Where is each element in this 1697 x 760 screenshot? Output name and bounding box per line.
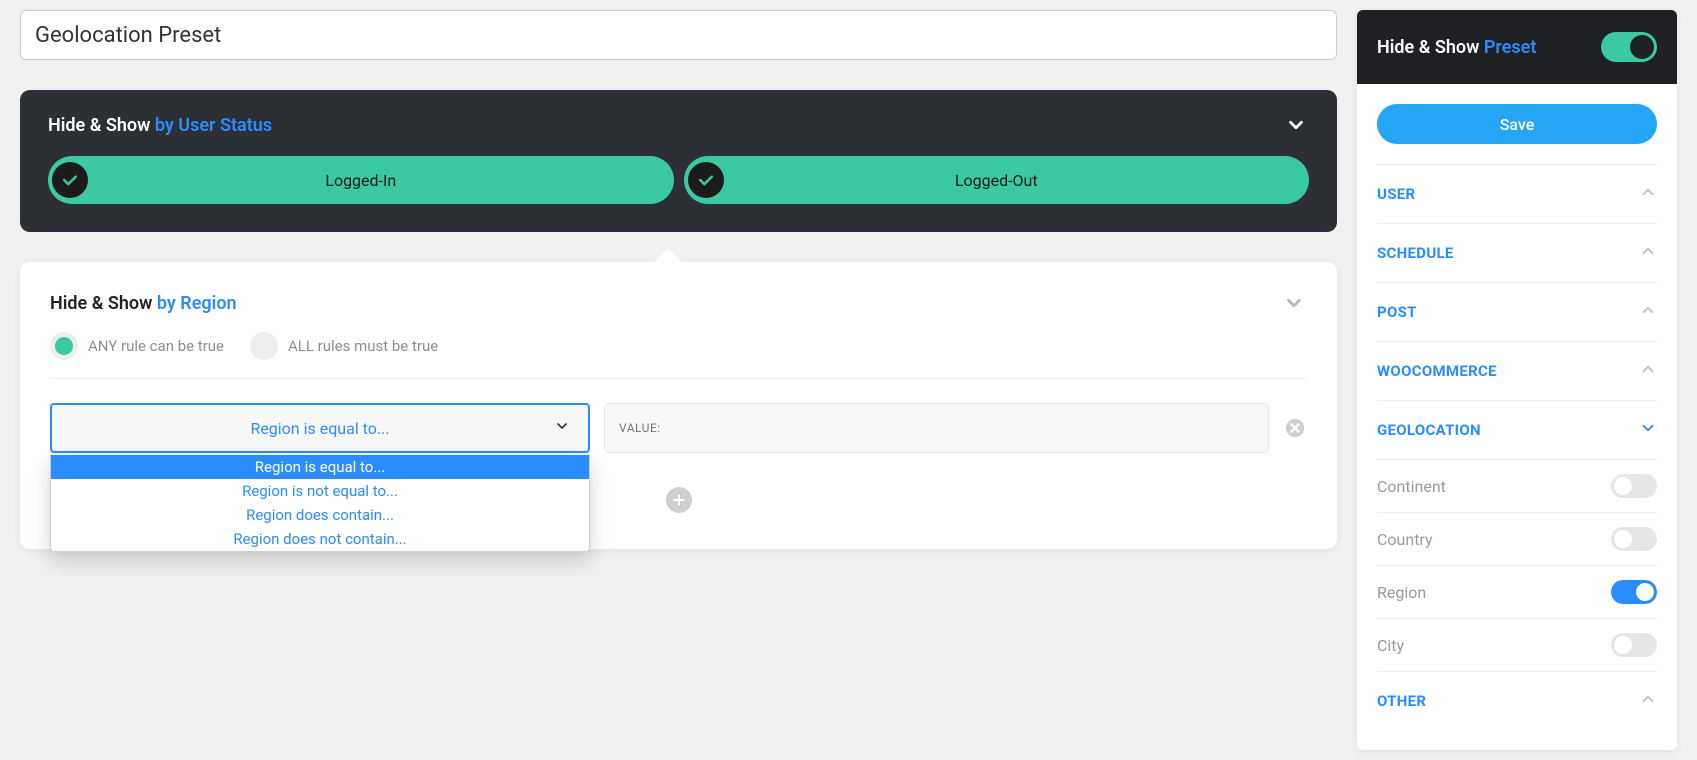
chevron-up-icon <box>1639 242 1657 264</box>
by-region-label: by Region <box>157 293 237 314</box>
dropdown-option-not-contain[interactable]: Region does not contain... <box>51 527 589 551</box>
toggle-knob <box>1614 477 1632 495</box>
dropdown-option-contain[interactable]: Region does contain... <box>51 503 589 527</box>
section-label: SCHEDULE <box>1377 244 1454 262</box>
rule-mode-all-label: ALL rules must be true <box>288 337 438 355</box>
toggle-knob <box>1630 35 1654 59</box>
sidebar-section-post[interactable]: POST <box>1377 283 1657 342</box>
chevron-down-icon[interactable] <box>1283 112 1309 138</box>
region-panel: Hide & Show by Region ANY rule can be tr… <box>20 262 1337 549</box>
user-status-title: Hide & Show by User Status <box>48 115 272 136</box>
geo-item-label: Country <box>1377 530 1433 549</box>
save-button[interactable]: Save <box>1377 104 1657 144</box>
rule-mode-group: ANY rule can be true ALL rules must be t… <box>50 332 1307 360</box>
country-toggle[interactable] <box>1611 527 1657 551</box>
logged-out-label: Logged-Out <box>955 171 1038 190</box>
section-label: OTHER <box>1377 692 1426 710</box>
chevron-down-icon[interactable] <box>1281 290 1307 316</box>
chevron-down-icon <box>554 418 570 438</box>
dropdown-option-equal[interactable]: Region is equal to... <box>51 455 589 479</box>
sidebar-section-schedule[interactable]: SCHEDULE <box>1377 224 1657 283</box>
rule-mode-all[interactable]: ALL rules must be true <box>250 332 438 360</box>
hide-show-prefix: Hide & Show <box>48 115 155 136</box>
check-icon <box>52 162 88 198</box>
rule-condition-selected: Region is equal to... <box>250 419 389 438</box>
toggle-knob <box>1614 530 1632 548</box>
chevron-up-icon <box>1639 360 1657 382</box>
radio-icon <box>50 332 78 360</box>
geo-item-label: City <box>1377 636 1404 655</box>
section-label: POST <box>1377 303 1417 321</box>
sidebar-section-user[interactable]: USER <box>1377 165 1657 224</box>
section-label: GEOLOCATION <box>1377 421 1481 439</box>
pointer-icon <box>652 248 684 264</box>
logged-in-button[interactable]: Logged-In <box>48 156 674 204</box>
rule-mode-any[interactable]: ANY rule can be true <box>50 332 224 360</box>
rule-value-input[interactable] <box>604 403 1269 453</box>
hide-show-prefix: Hide & Show <box>50 293 157 314</box>
preset-enable-toggle[interactable] <box>1601 32 1657 62</box>
rule-row: Region is equal to... Region is equal to… <box>50 403 1307 453</box>
rule-condition-select[interactable]: Region is equal to... <box>50 403 590 453</box>
geo-item-continent: Continent <box>1377 460 1657 513</box>
city-toggle[interactable] <box>1611 633 1657 657</box>
preset-label: Preset <box>1484 37 1537 58</box>
sidebar-section-geolocation[interactable]: GEOLOCATION <box>1377 401 1657 460</box>
rule-mode-any-label: ANY rule can be true <box>88 337 224 355</box>
chevron-down-icon <box>1639 419 1657 441</box>
geo-item-city: City <box>1377 619 1657 672</box>
logged-out-button[interactable]: Logged-Out <box>684 156 1310 204</box>
toggle-knob <box>1636 583 1654 601</box>
sidebar-title: Hide & Show Preset <box>1377 37 1536 58</box>
continent-toggle[interactable] <box>1611 474 1657 498</box>
rule-condition-dropdown: Region is equal to... Region is not equa… <box>50 455 590 552</box>
chevron-up-icon <box>1639 183 1657 205</box>
sidebar: Hide & Show Preset Save USER SCHEDULE PO… <box>1357 10 1677 750</box>
region-title: Hide & Show by Region <box>50 293 237 314</box>
dropdown-option-not-equal[interactable]: Region is not equal to... <box>51 479 589 503</box>
add-rule-button[interactable] <box>666 487 692 513</box>
divider <box>50 378 1307 379</box>
user-status-panel: Hide & Show by User Status Logged-In Log… <box>20 90 1337 232</box>
sidebar-section-woocommerce[interactable]: WOOCOMMERCE <box>1377 342 1657 401</box>
check-icon <box>688 162 724 198</box>
section-label: USER <box>1377 185 1415 203</box>
geo-item-region: Region <box>1377 566 1657 619</box>
geo-item-country: Country <box>1377 513 1657 566</box>
remove-rule-button[interactable] <box>1283 416 1307 440</box>
sidebar-header: Hide & Show Preset <box>1357 10 1677 84</box>
chevron-up-icon <box>1639 690 1657 712</box>
geo-item-label: Continent <box>1377 477 1446 496</box>
toggle-knob <box>1614 636 1632 654</box>
region-toggle[interactable] <box>1611 580 1657 604</box>
sidebar-section-other[interactable]: OTHER <box>1377 672 1657 730</box>
by-user-status-label: by User Status <box>155 115 272 136</box>
section-label: WOOCOMMERCE <box>1377 362 1497 380</box>
chevron-up-icon <box>1639 301 1657 323</box>
geo-item-label: Region <box>1377 583 1426 602</box>
preset-title-input[interactable] <box>20 10 1337 60</box>
logged-in-label: Logged-In <box>325 171 396 190</box>
radio-icon <box>250 332 278 360</box>
hide-show-prefix: Hide & Show <box>1377 37 1484 58</box>
